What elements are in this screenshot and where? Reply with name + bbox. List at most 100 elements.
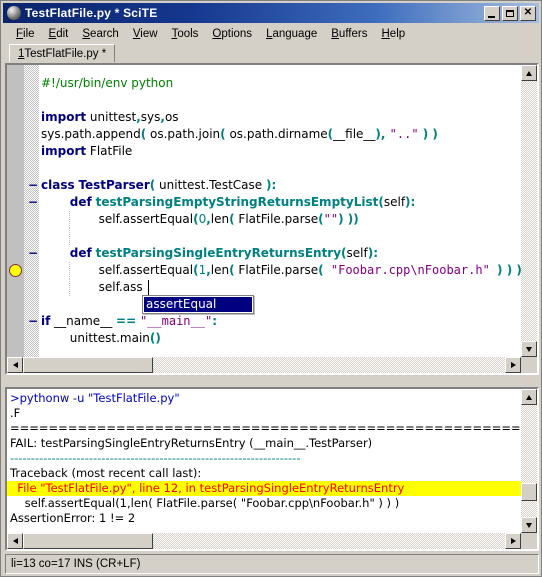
code-token-id: os.path.dirname (225, 127, 328, 141)
indent-guide (69, 262, 70, 279)
maximize-button[interactable] (502, 5, 518, 21)
code-token-id: unittest (86, 110, 137, 124)
menu-bar: File Edit Search View Tools Options Language Bu… (3, 24, 539, 43)
fold-collapse-icon[interactable]: − (28, 313, 38, 330)
editor-horizontal-scroll-thumb[interactable] (23, 357, 153, 373)
code-line[interactable]: def testParsingEmptyStringReturnsEmptyLi… (70, 194, 416, 211)
menu-accel-key: L (266, 27, 273, 40)
editor-scroll-up-button[interactable] (521, 65, 537, 81)
indent-guide (69, 228, 70, 245)
code-line[interactable]: import FlatFile (41, 143, 132, 160)
code-line[interactable]: #!/usr/bin/env python (41, 75, 173, 92)
menu-item-tools[interactable]: Tools (165, 26, 206, 42)
editor-horizontal-scrollbar[interactable] (7, 357, 521, 373)
code-token-str: "Foobar.cpp\nFoobar.h" (323, 263, 498, 277)
code-line[interactable]: self.ass (99, 279, 143, 296)
menu-item-file[interactable]: File (9, 26, 42, 42)
output-scroll-down-button[interactable] (521, 517, 537, 533)
status-position-text: li=13 co=17 INS (CR+LF) (11, 558, 141, 570)
chevron-down-icon (526, 522, 532, 528)
output-horizontal-scrollbar[interactable] (7, 533, 521, 549)
marker-margin[interactable] (7, 65, 24, 373)
editor-pane[interactable]: #!/usr/bin/env python import unittest,sys… (5, 63, 539, 375)
autocomplete-popup[interactable]: assertEqual (142, 295, 254, 314)
code-line[interactable]: if __name__ == "__main__": (41, 313, 217, 330)
menu-accel-key: E (48, 27, 57, 40)
status-bar: li=13 co=17 INS (CR+LF) (5, 554, 539, 574)
menu-item-edit[interactable]: Edit (42, 26, 76, 42)
editor-scroll-down-button[interactable] (521, 341, 537, 357)
code-line[interactable]: class TestParser( unittest.TestCase ): (41, 177, 276, 194)
editor-scroll-left-button[interactable] (7, 357, 23, 373)
close-button[interactable]: ✕ (520, 5, 536, 21)
output-horizontal-scroll-thumb[interactable] (23, 533, 153, 549)
output-error-line[interactable]: File "TestFlatFile.py", line 12, in test… (7, 481, 521, 496)
code-line[interactable]: sys.path.append( os.path.join( os.path.d… (41, 126, 438, 143)
code-token-id: sys.path.append (41, 127, 141, 141)
code-token-op: () (149, 331, 161, 345)
fold-collapse-icon[interactable]: − (28, 194, 38, 211)
output-line: AssertionError: 1 != 2 (10, 511, 136, 525)
chevron-right-icon (510, 362, 516, 368)
menu-accel-key: V (132, 27, 141, 40)
fold-collapse-icon[interactable]: − (28, 177, 38, 194)
code-token-str: "__main__" (139, 314, 213, 328)
output-vertical-scrollbar[interactable] (521, 389, 537, 533)
code-text-area[interactable]: #!/usr/bin/env python import unittest,sys… (39, 65, 537, 373)
code-token-id: self (346, 246, 368, 260)
text-caret (148, 280, 149, 295)
code-token-kw: TestParser (78, 178, 150, 192)
code-token-kw: import (41, 144, 87, 158)
fold-collapse-icon[interactable]: − (28, 245, 38, 262)
menu-accel-key: O (212, 27, 222, 40)
menu-accel-key: B (331, 27, 339, 40)
output-line: self.assertEqual(1,len( FlatFile.parse( … (10, 496, 400, 510)
output-line: Traceback (most recent call last): (10, 466, 202, 480)
chevron-right-icon (510, 538, 516, 544)
editor-vertical-scrollbar[interactable] (521, 65, 537, 357)
code-token-id: self.ass (98, 280, 143, 294)
code-token-id: unittest.TestCase (155, 178, 266, 192)
minimize-button[interactable] (484, 5, 500, 21)
menu-accel-key: T (171, 27, 178, 40)
code-line[interactable]: self.assertEqual(1,len( FlatFile.parse( … (99, 262, 522, 279)
title-bar: TestFlatFile.py * SciTE ✕ (3, 3, 539, 23)
chevron-up-icon (526, 394, 532, 400)
menu-item-options[interactable]: Options (205, 26, 259, 42)
menu-item-help[interactable]: Help (374, 26, 412, 42)
code-token-op: ): (405, 195, 416, 209)
window-title: TestFlatFile.py * SciTE (25, 6, 158, 20)
chevron-left-icon (12, 362, 18, 368)
output-scroll-left-button[interactable] (7, 533, 23, 549)
output-text-area[interactable]: >pythonw -u "TestFlatFile.py" .F =========… (7, 389, 537, 549)
output-vertical-scroll-thumb[interactable] (521, 483, 537, 501)
code-line[interactable]: self.assertEqual(0,len( FlatFile.parse("… (99, 211, 359, 228)
code-token-fn: testParsingEmptyStringReturnsEmptyList (95, 195, 379, 209)
code-token-str: "" (323, 212, 339, 226)
code-token-op: ): (367, 246, 379, 260)
code-token-kw: import (41, 110, 87, 124)
menu-item-search[interactable]: Search (75, 26, 125, 42)
code-line[interactable]: unittest.main() (70, 330, 161, 347)
code-token-kw: class (41, 178, 75, 192)
output-scroll-up-button[interactable] (521, 389, 537, 405)
code-token-id: __name__ (50, 314, 117, 328)
bookmark-marker-icon[interactable] (9, 264, 22, 277)
menu-item-view[interactable]: View (126, 26, 165, 42)
scrollbar-corner (521, 533, 537, 549)
code-line[interactable]: import unittest,sys,os (41, 109, 179, 126)
chevron-left-icon (12, 538, 18, 544)
code-line[interactable]: def testParsingSingleEntryReturnsEntry(s… (70, 245, 378, 262)
output-pane[interactable]: >pythonw -u "TestFlatFile.py" .F =========… (5, 387, 539, 551)
output-line: ========================================… (10, 421, 537, 435)
code-token-op: ): (265, 178, 277, 192)
editor-scroll-right-button[interactable] (505, 357, 521, 373)
output-scroll-right-button[interactable] (505, 533, 521, 549)
output-line: .F (10, 406, 21, 420)
code-token-id: self (383, 195, 406, 209)
tab-testflatfile[interactable]: 1 TestFlatFile.py * (9, 44, 116, 62)
menu-item-language[interactable]: Language (259, 26, 324, 42)
autocomplete-item[interactable]: assertEqual (144, 297, 252, 312)
menu-item-buffers[interactable]: Buffers (324, 26, 374, 42)
code-token-op: ) ) (338, 212, 354, 226)
